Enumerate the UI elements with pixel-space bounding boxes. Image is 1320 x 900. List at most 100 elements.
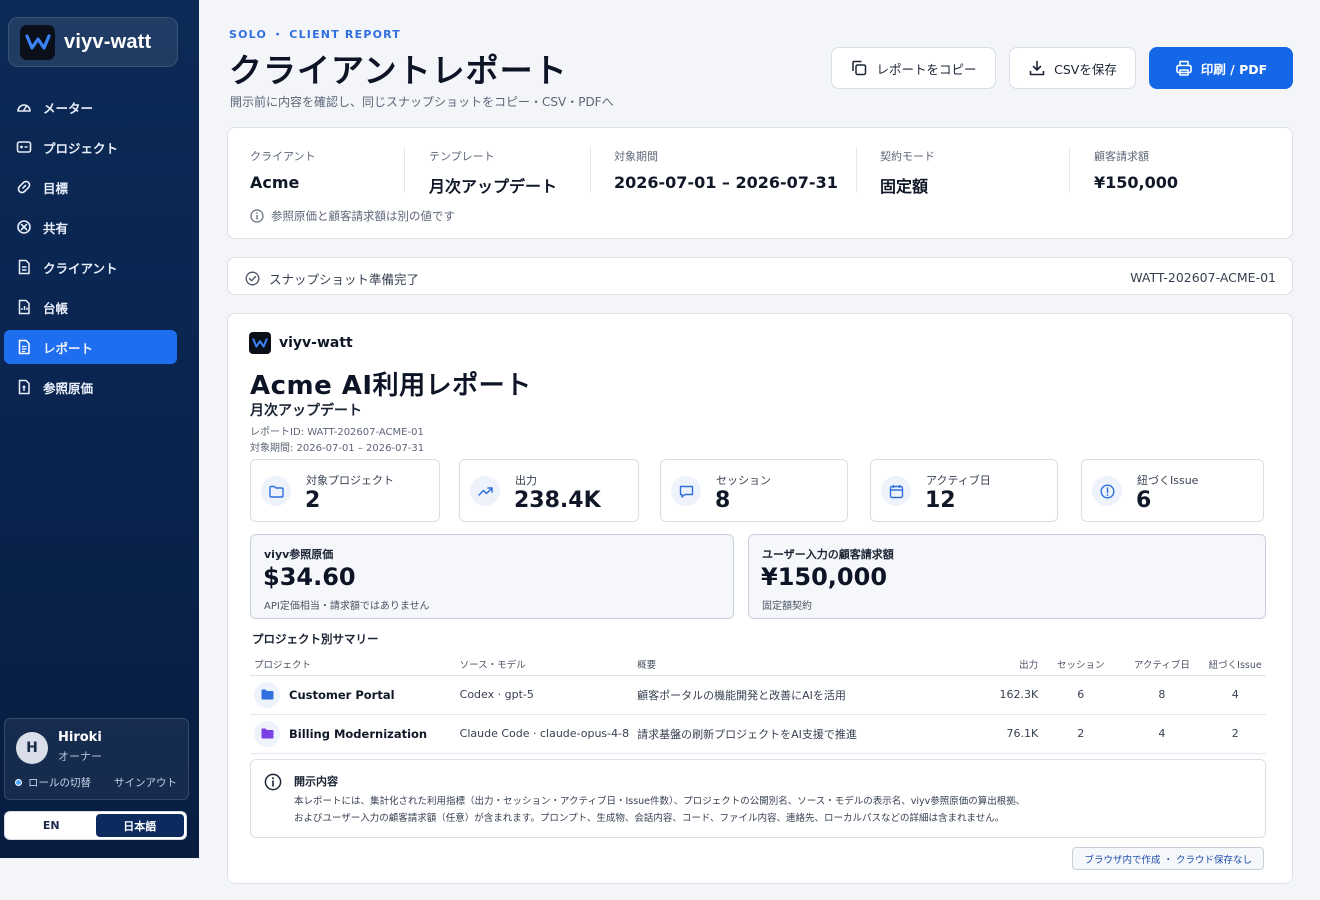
ledger-icon: [18, 299, 30, 315]
info-icon: [264, 773, 282, 791]
signout-button[interactable]: サインアウト: [114, 775, 177, 790]
alert-icon: [1092, 476, 1122, 506]
column-header: アクティブ日: [1119, 653, 1205, 676]
column-header: 出力: [947, 653, 1043, 676]
save-csv-label: CSVを保存: [1054, 61, 1117, 77]
local-only-badge: ブラウザ内で作成 ・ クラウド保存なし: [1072, 847, 1264, 870]
sidebar-item-reports[interactable]: レポート: [4, 330, 177, 364]
chat-icon: [671, 476, 701, 506]
table-header-row: プロジェクト ソース・モデル 概要 出力 セッション アクティブ日 紐づくIss…: [250, 653, 1266, 676]
client-label: クライアント: [250, 150, 316, 163]
template-label: テンプレート: [429, 150, 495, 163]
sidebar-item-label: クライアント: [43, 260, 118, 276]
period-value: 2026-07-01 – 2026-07-31: [614, 173, 838, 192]
folder-icon: [261, 476, 291, 506]
brand[interactable]: viyv-watt: [8, 17, 178, 67]
client-billing-box: ユーザー入力の顧客請求額 ¥150,000 固定額契約: [748, 534, 1266, 619]
contract-value: 固定額: [880, 177, 929, 196]
report-title: Acme AI利用レポート: [250, 371, 532, 401]
source-cell: Codex · gpt-5: [455, 675, 634, 715]
sidebar-item-clients[interactable]: クライアント: [4, 250, 177, 284]
stat-value: 12: [925, 488, 956, 513]
divider: [1069, 147, 1070, 193]
report-settings-card: クライアント Acme テンプレート 月次アップデート 対象期間 2026-07…: [227, 127, 1293, 239]
sidebar-item-share[interactable]: 共有: [4, 210, 177, 244]
role-switch-label: ロールの切替: [28, 777, 91, 789]
stat-issues: 紐づくIssue 6: [1081, 459, 1264, 522]
stat-label: 対象プロジェクト: [306, 474, 394, 487]
project-name: Customer Portal: [254, 681, 452, 708]
sidebar-item-label: 参照原価: [43, 380, 94, 396]
copy-report-button[interactable]: レポートをコピー: [831, 47, 996, 89]
stat-active-days: アクティブ日 12: [870, 459, 1058, 522]
sidebar-item-reference-cost[interactable]: 参照原価: [4, 370, 177, 404]
lang-en-button[interactable]: EN: [7, 814, 96, 837]
sidebar-item-label: 共有: [43, 220, 69, 236]
stat-label: アクティブ日: [926, 474, 991, 487]
sidebar-item-projects[interactable]: プロジェクト: [4, 130, 177, 164]
app-logo-icon: [20, 24, 55, 60]
divider: [856, 147, 857, 193]
client-field[interactable]: クライアント Acme: [250, 148, 316, 192]
reference-cost-label: viyv参照原価: [264, 548, 334, 561]
meta-note-text: 参照原価と顧客請求額は別の値です: [271, 209, 455, 223]
printer-icon: [1176, 60, 1192, 76]
page-subtitle: 開示前に内容を確認し、同じスナップショットをコピー・CSV・PDFへ: [230, 95, 614, 109]
sidebar-item-label: 台帳: [43, 300, 69, 316]
sidebar-item-label: 目標: [43, 180, 69, 196]
link-icon: [17, 180, 31, 194]
period-label: 対象期間: [614, 150, 658, 163]
reference-cost-note: API定価相当・請求額ではありません: [264, 601, 430, 612]
save-csv-button[interactable]: CSVを保存: [1009, 47, 1136, 89]
snapshot-status: スナップショット準備完了: [245, 269, 419, 288]
client-billing-note: 固定額契約: [762, 601, 812, 612]
sidebar: viyv-watt メーター プロジェクト 目標 共有 クライアント 台帳 レポ…: [0, 0, 199, 858]
template-value: 月次アップデート: [429, 177, 558, 196]
source-cell: Claude Code · claude-opus-4-8: [455, 714, 634, 754]
gauge-icon: [17, 104, 31, 112]
project-name: Billing Modernization: [254, 720, 452, 747]
divider: [590, 147, 591, 193]
column-header: 紐づくIssue: [1204, 653, 1266, 676]
disclosure-line: およびユーザー入力の顧客請求額（任意）が含まれます。プロンプト、生成物、会話内容…: [294, 813, 1005, 824]
trend-icon: [470, 476, 500, 506]
project-cell: Customer Portal: [250, 675, 456, 715]
eyebrow: SOLO ・ CLIENT REPORT: [229, 28, 402, 41]
sidebar-item-label: レポート: [43, 340, 94, 356]
disclosure-title: 開示内容: [294, 775, 338, 788]
app-logo-icon: [249, 332, 271, 354]
user-name: Hiroki: [58, 730, 102, 745]
page-title: クライアントレポート: [229, 51, 568, 90]
report-brand: viyv-watt: [249, 332, 353, 354]
billing-field[interactable]: 顧客請求額 ¥150,000: [1094, 148, 1178, 192]
reference-cost-box: viyv参照原価 $34.60 API定価相当・請求額ではありません: [250, 534, 734, 619]
period-field[interactable]: 対象期間 2026-07-01 – 2026-07-31: [614, 148, 838, 192]
avatar[interactable]: H: [16, 732, 48, 764]
sidebar-item-ledger[interactable]: 台帳: [4, 290, 177, 324]
sidebar-item-goals[interactable]: 目標: [4, 170, 177, 204]
billing-label: 顧客請求額: [1094, 150, 1149, 163]
cost-icon: [18, 379, 30, 395]
sidebar-item-meter[interactable]: メーター: [4, 90, 177, 124]
stat-value: 6: [1136, 488, 1152, 513]
reference-cost-value: $34.60: [263, 563, 356, 591]
stat-value: 238.4K: [514, 488, 601, 513]
client-billing-label: ユーザー入力の顧客請求額: [762, 548, 894, 561]
stat-label: 出力: [515, 474, 537, 487]
print-pdf-button[interactable]: 印刷 / PDF: [1149, 47, 1293, 89]
user-role: オーナー: [58, 750, 102, 763]
template-field[interactable]: テンプレート 月次アップデート: [429, 148, 557, 197]
report-icon: [18, 339, 30, 355]
stat-value: 8: [715, 488, 731, 513]
lang-ja-button[interactable]: 日本語: [95, 814, 184, 837]
snapshot-status-text: スナップショット準備完了: [269, 272, 420, 287]
output-cell: 76.1K: [947, 714, 1043, 754]
role-switch-button[interactable]: ロールの切替: [15, 775, 91, 790]
language-toggle: EN 日本語: [4, 811, 187, 840]
folder-icon: [254, 681, 280, 708]
check-circle-icon: [245, 271, 260, 286]
column-header: プロジェクト: [250, 653, 456, 676]
stat-output: 出力 238.4K: [459, 459, 639, 522]
stat-label: セッション: [716, 474, 771, 487]
contract-field[interactable]: 契約モード 固定額: [880, 148, 935, 197]
